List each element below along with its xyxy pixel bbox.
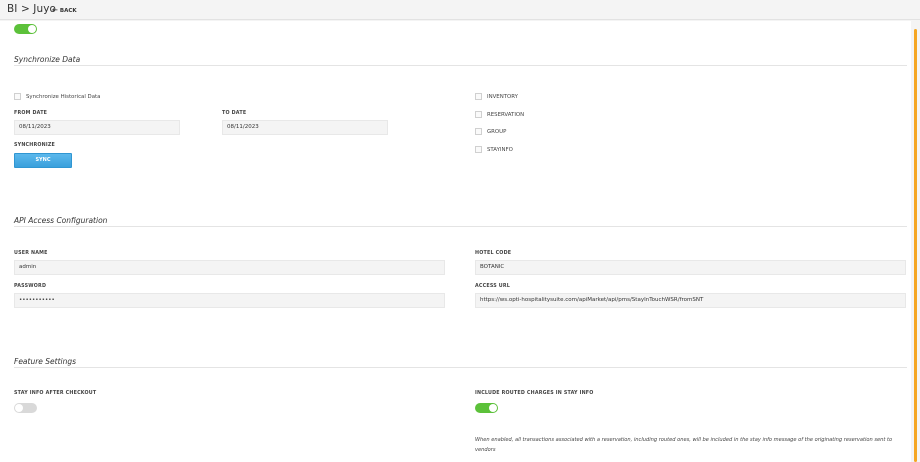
option-group-row[interactable]: GROUP (475, 128, 506, 135)
section-title-synchronize: Synchronize Data (14, 55, 81, 64)
page-header: BI > Juyo ← BACK (0, 0, 920, 20)
option-label: INVENTORY (487, 93, 518, 100)
back-button[interactable]: ← BACK (52, 6, 77, 14)
group-checkbox[interactable] (475, 128, 482, 135)
section-title-features: Feature Settings (14, 357, 77, 366)
section-title-api: API Access Configuration (14, 216, 108, 225)
access-url-field[interactable]: https://ws.opti-hospitalitysuite.com/api… (475, 293, 906, 308)
inventory-checkbox[interactable] (475, 93, 482, 100)
scrollbar-thumb[interactable] (914, 29, 917, 462)
stay-info-toggle[interactable] (14, 403, 37, 413)
option-stayinfo-row[interactable]: STAYINFO (475, 146, 513, 153)
routed-charges-toggle[interactable] (475, 403, 498, 413)
routed-charges-note: When enabled, all transactions associate… (475, 437, 893, 453)
password-label: PASSWORD (14, 284, 47, 289)
scrollbar[interactable] (912, 21, 920, 462)
hotel-code-field[interactable]: BOTANIC (475, 260, 906, 275)
option-inventory-row[interactable]: INVENTORY (475, 93, 518, 100)
back-label: BACK (59, 8, 77, 14)
settings-panel: Synchronize Data Synchronize Historical … (0, 21, 911, 462)
integration-enabled-toggle[interactable] (14, 24, 37, 34)
historical-checkbox-label: Synchronize Historical Data (26, 93, 101, 100)
option-reservation-row[interactable]: RESERVATION (475, 111, 524, 118)
to-date-field[interactable]: 08/11/2023 (222, 120, 388, 135)
password-field[interactable]: ••••••••••• (14, 293, 445, 308)
sync-button[interactable]: SYNC (14, 153, 72, 168)
routed-charges-label: INCLUDE ROUTED CHARGES IN STAY INFO (475, 391, 594, 396)
username-label: USER NAME (14, 251, 48, 256)
username-field[interactable]: admin (14, 260, 445, 275)
hotel-code-label: HOTEL CODE (475, 251, 512, 256)
from-date-label: FROM DATE (14, 111, 48, 116)
access-url-label: ACCESS URL (475, 284, 511, 289)
breadcrumb: BI > Juyo (7, 3, 57, 15)
to-date-label: TO DATE (222, 111, 247, 116)
stayinfo-checkbox[interactable] (475, 146, 482, 153)
reservation-checkbox[interactable] (475, 111, 482, 118)
option-label: STAYINFO (487, 146, 513, 153)
stay-info-label: STAY INFO AFTER CHECKOUT (14, 391, 97, 396)
from-date-field[interactable]: 08/11/2023 (14, 120, 180, 135)
historical-checkbox[interactable] (14, 93, 21, 100)
arrow-left-icon: ← (52, 6, 58, 14)
option-label: RESERVATION (487, 111, 525, 118)
section-divider (14, 367, 907, 368)
section-divider (14, 226, 907, 227)
section-divider (14, 65, 907, 66)
synchronize-label: SYNCHRONIZE (14, 143, 56, 148)
historical-checkbox-row[interactable]: Synchronize Historical Data (14, 93, 100, 100)
option-label: GROUP (487, 128, 507, 135)
